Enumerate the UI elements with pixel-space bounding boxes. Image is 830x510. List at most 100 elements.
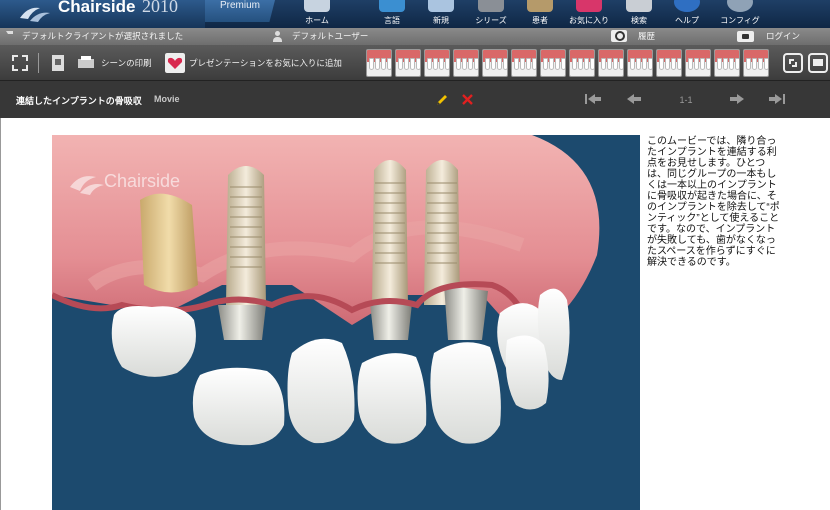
thumbnail-tooth [572,58,577,70]
scene-toolbar: シーンの印刷 プレゼンテーションをお気に入りに追加 [0,45,830,81]
expand-icon[interactable] [783,53,803,73]
history-link[interactable]: 履歴 [638,30,655,42]
scene-thumbnail[interactable] [366,49,392,77]
delete-icon[interactable] [462,94,473,105]
thumbnail-tooth [503,58,507,70]
favorites-icon [576,0,602,12]
scene-thumbnail[interactable] [743,49,769,77]
thumbnail-tooth [578,58,583,70]
nav-help[interactable]: ヘルプ [657,0,717,28]
scene-thumbnail[interactable] [540,49,566,77]
nav-config[interactable]: コンフィグ [710,0,770,28]
thumbnail-tooth [688,58,693,70]
brand-year: 2010 [142,0,178,16]
print-scene-button[interactable]: シーンの印刷 [101,57,152,69]
scene-thumbnail[interactable] [424,49,450,77]
thumbnail-tooth [717,58,722,70]
upper-tooth [111,306,196,377]
thumbnail-tooth [735,58,739,70]
thumbnail-tooth [462,58,467,70]
thumbnail-tooth [746,58,751,70]
scene-thumbnail[interactable] [685,49,711,77]
thumbnail-tooth [636,58,641,70]
thumbnail-tooth [375,58,380,70]
presentation-icon[interactable] [808,53,828,73]
first-page-icon[interactable] [584,93,602,105]
fullscreen-icon[interactable] [10,53,30,73]
nav-label: コンフィグ [720,16,760,25]
printer-icon[interactable] [76,53,96,73]
thumbnail-tooth [549,58,554,70]
lower-tooth [357,353,427,444]
thumbnail-tooth [590,58,594,70]
implant-abutment [444,285,488,340]
scene-thumbnail[interactable] [511,49,537,77]
nav-label: ホーム [305,16,329,25]
thumbnail-tooth [706,58,710,70]
heart-favorite-icon[interactable] [165,53,185,73]
scene-thumbnail[interactable] [395,49,421,77]
thumbnail-tooth [433,58,438,70]
thumbnail-tooth [532,58,536,70]
thumbnail-tooth [613,58,618,70]
implant-abutment [370,303,412,340]
last-page-icon[interactable] [768,93,786,105]
thumbnail-tooth [601,58,606,70]
patient-icon [527,0,553,12]
thumbnail-tooth [671,58,676,70]
movie-description: このムービーでは、隣り合ったインプラントを連結する利点をお見せします。ひとつは、… [647,136,780,268]
content-border [0,118,1,510]
thumbnail-tooth [514,58,519,70]
edit-pencil-icon[interactable] [436,93,449,106]
movie-scene[interactable]: Chairside [52,135,640,510]
thumbnail-tooth [723,58,728,70]
nav-label: ヘルプ [675,16,699,25]
thumbnail-tooth [642,58,647,70]
lower-tooth [192,367,285,446]
status-bar: デフォルトクライアントが選択されました デフォルトユーザー 履歴 ログイン [0,28,830,45]
lock-icon[interactable] [737,31,754,42]
current-user[interactable]: デフォルトユーザー [292,30,368,42]
thumbnail-tooth [387,58,391,70]
thumbnail-tooth [764,58,768,70]
thumbnail-tooth [630,58,635,70]
scene-thumbnail[interactable] [627,49,653,77]
scene-thumbnail[interactable] [656,49,682,77]
edition-tab: Premium [205,0,275,22]
scene-thumbnail[interactable] [598,49,624,77]
add-favorite-button[interactable]: プレゼンテーションをお気に入りに追加 [189,57,342,69]
thumbnail-tooth [456,58,461,70]
movie-title: 連結したインプラントの骨吸収 [16,96,142,106]
thumbnail-tooth [758,58,763,70]
login-link[interactable]: ログイン [766,30,800,42]
scene-thumbnail[interactable] [714,49,740,77]
scene-thumbnail[interactable] [453,49,479,77]
thumbnail-tooth [491,58,496,70]
thumbnail-tooth [619,58,623,70]
thumbnail-tooth [369,58,374,70]
thumbnail-tooth [665,58,670,70]
thumbnail-tooth [416,58,420,70]
nav-home[interactable]: ホーム [287,0,347,28]
lower-tooth [505,335,549,410]
home-icon [304,0,330,12]
thumbnail-tooth [520,58,525,70]
thumbnail-tooth [561,58,565,70]
next-page-icon[interactable] [729,93,745,105]
scene-thumbnail[interactable] [569,49,595,77]
document-icon[interactable] [48,53,68,73]
scene-thumbnail[interactable] [482,49,508,77]
pin-icon [6,31,13,41]
thumbnail-tooth [439,58,444,70]
dental-implant-illustration: Chairside [52,135,600,446]
thumbnail-tooth [410,58,415,70]
previous-page-icon[interactable] [626,93,642,105]
language-icon [379,0,405,12]
history-icon[interactable] [611,30,627,42]
app-logo: Chairside 2010 [0,0,205,28]
thumbnail-tooth [677,58,681,70]
thumbnail-tooth [497,58,502,70]
thumbnail-tooth [468,58,473,70]
thumbnail-tooth [485,58,490,70]
client-status: デフォルトクライアントが選択されました [22,31,184,41]
